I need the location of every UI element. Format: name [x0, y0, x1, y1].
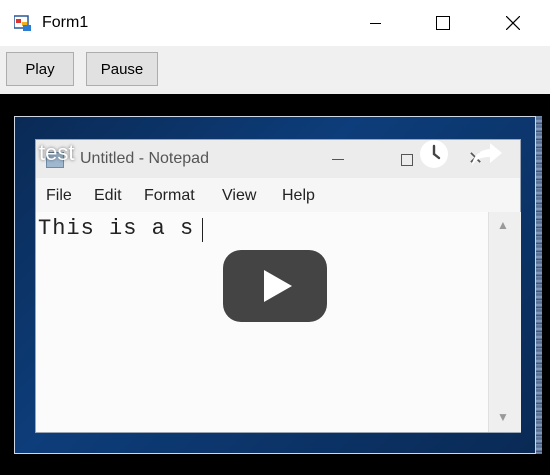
maximize-icon — [436, 16, 450, 30]
video-title[interactable]: test — [39, 140, 74, 166]
notepad-menu-file: File — [46, 187, 72, 204]
play-button[interactable]: Play — [6, 52, 74, 86]
notepad-menu-help: Help — [282, 187, 315, 204]
notepad-text: This is a s — [38, 216, 195, 241]
notepad-menu-format: Format — [144, 187, 195, 204]
video-frame[interactable]: Untitled - Notepad ✕ File Edit Format Vi… — [14, 116, 536, 454]
pause-button[interactable]: Pause — [86, 52, 158, 86]
play-icon[interactable] — [223, 250, 327, 322]
close-button[interactable] — [490, 0, 536, 46]
form-client-area: Play Pause Untitled - Notepad ✕ File Edi… — [0, 46, 550, 475]
notepad-menubar: File Edit Format View Help — [36, 178, 520, 212]
notepad-menu-edit: Edit — [94, 187, 122, 204]
close-icon — [506, 16, 520, 30]
maximize-button[interactable] — [420, 0, 466, 46]
notepad-maximize-icon — [401, 154, 413, 166]
share-icon[interactable] — [470, 139, 504, 169]
scroll-down-icon: ▼ — [497, 410, 509, 424]
app-icon — [14, 15, 31, 31]
notepad-menu-view: View — [222, 187, 257, 204]
text-cursor — [202, 218, 203, 242]
window-titlebar: Form1 — [0, 0, 550, 46]
notepad-scrollbar: ▲ ▼ — [488, 212, 521, 432]
window-title: Form1 — [42, 14, 89, 31]
minimize-button[interactable] — [352, 0, 398, 46]
play-triangle — [264, 270, 292, 302]
scroll-up-icon: ▲ — [497, 218, 509, 232]
minimize-icon — [369, 22, 381, 24]
video-player[interactable]: Untitled - Notepad ✕ File Edit Format Vi… — [0, 94, 550, 475]
notepad-title: Untitled - Notepad — [80, 150, 209, 167]
notepad-editor: This is a s — [36, 212, 488, 432]
notepad-minimize-icon — [332, 159, 344, 160]
watch-later-clock-icon[interactable] — [419, 139, 449, 169]
video-edge-artifact — [536, 116, 542, 454]
